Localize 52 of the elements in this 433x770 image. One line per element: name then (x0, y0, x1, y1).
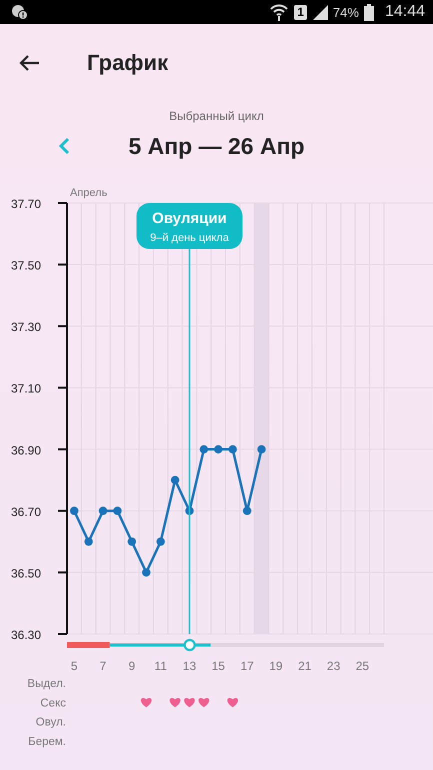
axis-label: 11 (154, 659, 167, 673)
cycle-range: 5 Апр — 26 Апр (128, 133, 305, 160)
cycle-caption: Выбранный цикл (169, 109, 264, 123)
month-label: Апрель (70, 187, 108, 199)
signal-icon (312, 4, 328, 20)
axis-label: 36.70 (10, 504, 41, 519)
axis-label: 21 (298, 659, 312, 673)
screen-title: График (87, 50, 168, 76)
data-point[interactable] (84, 537, 93, 546)
row-label: Берем. (28, 736, 66, 748)
battery-percent: 74% (332, 4, 359, 20)
data-point[interactable] (242, 506, 252, 516)
axis-label: 25 (356, 659, 370, 673)
axis-label: 19 (269, 659, 283, 673)
data-point[interactable] (98, 506, 108, 516)
callout-subtitle: 9–й день цикла (150, 232, 229, 244)
axis-label: 5 (70, 659, 78, 673)
data-point[interactable] (257, 445, 266, 454)
data-point[interactable] (128, 537, 136, 546)
axis-label: 36.90 (10, 443, 41, 458)
axis-label: 37.30 (10, 320, 41, 334)
data-point[interactable] (170, 476, 180, 484)
row-label: Выдел. (27, 678, 66, 690)
data-point[interactable] (214, 445, 222, 454)
notification-icon (11, 4, 29, 20)
axis-label: 23 (326, 659, 340, 673)
axis-label: 37.70 (10, 197, 41, 211)
data-point[interactable] (113, 506, 122, 516)
data-point[interactable] (156, 537, 165, 546)
clock: 14:44 (384, 3, 425, 21)
battery-icon (364, 4, 374, 20)
row-label: Овул. (36, 716, 66, 729)
axis-label: 36.30 (10, 628, 41, 642)
data-point[interactable] (200, 445, 208, 454)
callout-title: Овуляции (152, 210, 227, 227)
axis-label: 13 (182, 659, 196, 673)
data-point[interactable] (70, 506, 78, 516)
axis-label: 37.10 (10, 382, 41, 396)
back-icon[interactable] (18, 54, 40, 72)
axis-label: 17 (240, 659, 254, 673)
slider-thumb[interactable] (184, 638, 196, 652)
axis-label: 7 (100, 659, 106, 673)
axis-label: 37.50 (10, 258, 41, 273)
axis-label: 15 (212, 659, 225, 673)
data-point[interactable] (185, 506, 194, 516)
sim-indicator: 1 (294, 4, 307, 20)
axis-label: 36.50 (10, 566, 41, 580)
data-point[interactable] (142, 568, 150, 577)
wifi-icon (269, 3, 290, 21)
row-label: Секс (40, 697, 66, 710)
data-point[interactable] (228, 445, 237, 454)
axis-label: 9 (128, 659, 136, 673)
